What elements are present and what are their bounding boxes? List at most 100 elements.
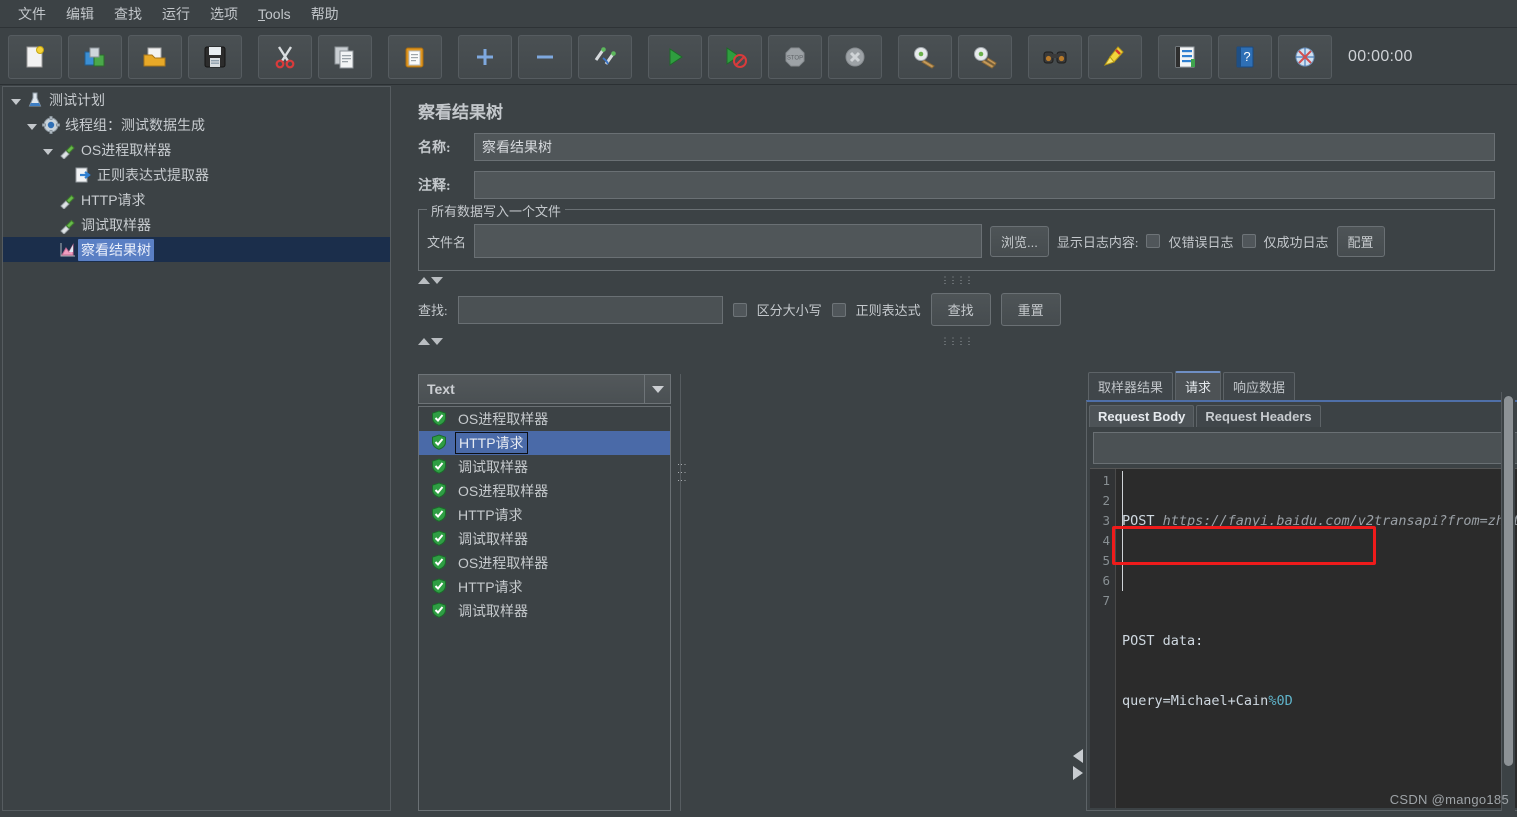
errors-only-checkbox[interactable] (1146, 234, 1161, 248)
configure-button[interactable]: 配置 (1336, 225, 1385, 257)
menu-tools[interactable]: Tools (248, 3, 301, 25)
name-label: 名称: (418, 141, 451, 156)
filename-input[interactable] (474, 224, 983, 258)
tree-node-thread-group[interactable]: 线程组：测试数据生成 (3, 112, 390, 137)
splitter-down-arrow-icon[interactable] (431, 338, 443, 345)
subtab-request-headers[interactable]: Request Headers (1196, 405, 1321, 427)
panel-scrollbar[interactable] (1501, 392, 1515, 811)
success-icon (431, 577, 447, 597)
tree-node-debug-sampler[interactable]: 调试取样器 (3, 212, 390, 237)
comment-input[interactable] (474, 171, 1495, 199)
menu-file[interactable]: 文件 (8, 1, 56, 27)
splitter-middle[interactable]: ⋮⋮⋮⋮ (418, 335, 1495, 348)
list-item[interactable]: HTTP请求 (419, 431, 670, 455)
start-button[interactable] (648, 34, 702, 79)
name-input[interactable] (474, 133, 1495, 161)
expand-caret-icon[interactable] (9, 92, 24, 108)
subtab-request-body[interactable]: Request Body (1089, 405, 1195, 427)
chevron-down-icon[interactable] (644, 375, 670, 403)
search-button[interactable] (1028, 34, 1082, 79)
menu-edit[interactable]: 编辑 (56, 1, 104, 27)
list-item[interactable]: 调试取样器 (419, 455, 670, 479)
tab-response-data[interactable]: 响应数据 (1223, 372, 1296, 400)
toggle-button[interactable] (578, 34, 632, 79)
splitter-up-arrow-icon[interactable] (418, 277, 430, 284)
panel-scrollbar-thumb[interactable] (1504, 396, 1513, 766)
request-subtabs: Request Body Request Headers (1087, 402, 1517, 427)
search-button[interactable]: 查找 (930, 293, 991, 326)
test-plan-tree[interactable]: 测试计划 线程组：测试数据生成 OS进程取样器 正则表达式提取器 HTTP请求 … (2, 86, 391, 811)
splitter-top[interactable]: ⋮⋮⋮⋮ (418, 274, 1495, 287)
start-no-pause-icon (722, 44, 748, 70)
remote-button[interactable] (1278, 34, 1332, 79)
reset-button[interactable]: 重置 (1000, 293, 1061, 326)
list-item[interactable]: HTTP请求 (419, 503, 670, 527)
shutdown-button[interactable] (828, 34, 882, 79)
sampler-result-list[interactable]: OS进程取样器 HTTP请求 调试取样器 OS进程取样器 HTTP请求 调试取样… (418, 406, 671, 811)
menu-run[interactable]: 运行 (152, 1, 200, 27)
collapse-button[interactable] (518, 34, 572, 79)
toolbar-group-file (8, 34, 242, 79)
svg-text:STOP: STOP (787, 55, 803, 61)
open-button[interactable] (128, 34, 182, 79)
filename-label: 文件名 (427, 234, 467, 250)
list-item[interactable]: HTTP请求 (419, 575, 670, 599)
tab-request[interactable]: 请求 (1175, 371, 1222, 400)
menu-help[interactable]: 帮助 (301, 1, 349, 27)
copy-button[interactable] (318, 34, 372, 79)
list-item-label: 调试取样器 (458, 459, 528, 475)
reset-search-button[interactable] (1088, 34, 1142, 79)
tree-label: 正则表达式提取器 (97, 166, 209, 183)
tree-node-http-request[interactable]: HTTP请求 (3, 187, 390, 212)
menu-search[interactable]: 查找 (104, 1, 152, 27)
find-input[interactable] (1093, 432, 1517, 464)
templates-button[interactable] (68, 34, 122, 79)
write-all-data-group: 所有数据写入一个文件 文件名 浏览... 显示日志内容: 仅错误日志 仅成功日志… (418, 201, 1495, 271)
paste-button[interactable] (388, 34, 442, 79)
splitter-collapse-controls[interactable] (1069, 748, 1085, 788)
line-number: 4 (1102, 533, 1110, 548)
list-item[interactable]: 调试取样器 (419, 527, 670, 551)
list-item[interactable]: OS进程取样器 (419, 407, 670, 431)
request-body-editor[interactable]: 1 2 3 4 5 6 7 POST https://fanyi.baidu.c… (1090, 468, 1517, 808)
success-only-checkbox[interactable] (1241, 234, 1256, 248)
menu-bar: 文件 编辑 查找 运行 选项 Tools 帮助 (0, 0, 1517, 28)
cut-button[interactable] (258, 34, 312, 79)
renderer-combo[interactable]: Text (418, 374, 671, 404)
expand-caret-icon[interactable] (41, 142, 56, 158)
line-number: 5 (1102, 553, 1110, 568)
svg-text:?: ? (1243, 49, 1250, 64)
splitter-up-arrow-icon[interactable] (418, 338, 430, 345)
clear-all-button[interactable] (958, 34, 1012, 79)
new-button[interactable] (8, 34, 62, 79)
tree-node-test-plan[interactable]: 测试计划 (3, 87, 390, 112)
save-button[interactable] (188, 34, 242, 79)
vertical-splitter[interactable]: ⋮⋮⋮ (674, 374, 688, 811)
list-item[interactable]: OS进程取样器 (419, 479, 670, 503)
help-button[interactable]: ? (1218, 34, 1272, 79)
function-helper-button[interactable] (1158, 34, 1212, 79)
tree-node-os-process-sampler[interactable]: OS进程取样器 (3, 137, 390, 162)
list-item[interactable]: 调试取样器 (419, 599, 670, 623)
search-case-sensitive-checkbox[interactable] (732, 302, 747, 317)
search-input[interactable] (457, 295, 723, 324)
splitter-down-arrow-icon[interactable] (431, 277, 443, 284)
tree-node-view-results-tree[interactable]: 察看结果树 (3, 237, 390, 262)
expand-caret-icon[interactable] (25, 117, 40, 133)
browse-button[interactable]: 浏览... (990, 225, 1049, 257)
success-icon (431, 481, 447, 501)
start-no-pause-button[interactable] (708, 34, 762, 79)
search-row: 查找: 区分大小写 正则表达式 查找 重置 (400, 287, 1513, 326)
list-item[interactable]: OS进程取样器 (419, 551, 670, 575)
help-icon: ? (1232, 44, 1258, 70)
search-regex-checkbox[interactable] (831, 302, 846, 317)
expand-button[interactable] (458, 34, 512, 79)
stop-button[interactable]: STOP (768, 34, 822, 79)
tab-sampler-result[interactable]: 取样器结果 (1088, 372, 1174, 400)
toolbar-group-search (1028, 34, 1142, 79)
clear-button[interactable] (898, 34, 952, 79)
menu-options[interactable]: 选项 (200, 1, 248, 27)
code-line: POST https://fanyi.baidu.com/v2transapi?… (1122, 511, 1517, 531)
tree-node-regex-extractor[interactable]: 正则表达式提取器 (3, 162, 390, 187)
test-plan-icon (24, 91, 46, 109)
